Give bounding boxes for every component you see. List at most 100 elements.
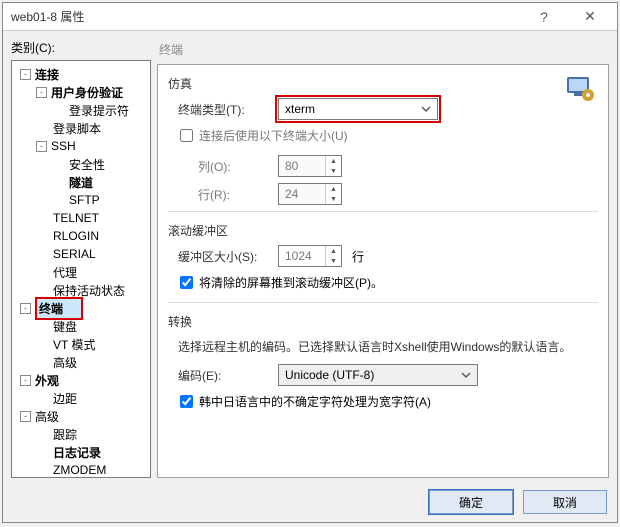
convert-desc: 选择远程主机的编码。已选择默认语言时Xshell使用Windows的默认语言。	[168, 336, 598, 364]
tree-item[interactable]: 日志记录	[14, 443, 148, 461]
tree-item[interactable]: SERIAL	[14, 245, 148, 263]
tree-item-label: 连接	[35, 66, 59, 83]
tree-item-label: 代理	[53, 264, 77, 281]
encoding-value: Unicode (UTF-8)	[285, 368, 374, 382]
scroll-head: 滚动缓冲区	[168, 222, 598, 239]
tree-item[interactable]: TELNET	[14, 209, 148, 227]
display-settings-icon[interactable]	[564, 73, 596, 105]
collapse-icon[interactable]: -	[36, 141, 47, 152]
tree-item[interactable]: 跟踪	[14, 425, 148, 443]
tree-item[interactable]: -用户身份验证	[14, 83, 148, 101]
tree-item[interactable]: -连接	[14, 65, 148, 83]
buffer-label: 缓冲区大小(S):	[168, 248, 278, 265]
tree-item-label: VT 模式	[53, 336, 95, 353]
tree-item[interactable]: RLOGIN	[14, 227, 148, 245]
encoding-label: 编码(E):	[168, 367, 278, 384]
spin-down-icon[interactable]: ▼	[326, 256, 341, 266]
category-tree[interactable]: -连接-用户身份验证登录提示符登录脚本-SSH安全性隧道SFTPTELNETRL…	[11, 60, 151, 478]
checkbox-icon[interactable]	[180, 395, 193, 408]
tree-item[interactable]: VT 模式	[14, 335, 148, 353]
tree-item-label: 安全性	[69, 156, 105, 173]
tree-item-label: ZMODEM	[53, 463, 106, 477]
tree-item-label: 高级	[53, 354, 77, 371]
tree-item[interactable]: -高级	[14, 407, 148, 425]
tree-item[interactable]: 边距	[14, 389, 148, 407]
window-title: web01-8 属性	[11, 8, 521, 25]
spin-down-icon[interactable]: ▼	[326, 166, 341, 176]
tree-item[interactable]: -外观	[14, 371, 148, 389]
cjk-wide-checkbox[interactable]: 韩中日语言中的不确定字符处理为宽字符(A)	[176, 392, 598, 411]
rows-input[interactable]	[279, 184, 325, 204]
settings-panel: 仿真 终端类型(T): xterm	[157, 64, 609, 478]
settings-pane: 终端 仿真 终端类型(T): xterm	[157, 39, 609, 478]
checkbox-icon[interactable]	[180, 129, 193, 142]
terminal-type-combo[interactable]: xterm	[278, 98, 438, 120]
spin-down-icon[interactable]: ▼	[326, 194, 341, 204]
titlebar: web01-8 属性 ? ✕	[3, 3, 617, 31]
collapse-icon[interactable]: -	[20, 375, 31, 386]
use-terminal-size-checkbox[interactable]: 连接后使用以下终端大小(U)	[176, 126, 598, 145]
push-cleared-label: 将清除的屏幕推到滚动缓冲区(P)。	[199, 274, 383, 291]
chevron-down-icon	[419, 102, 433, 116]
tree-item[interactable]: 高级	[14, 353, 148, 371]
tree-item-label: 隧道	[69, 174, 93, 191]
tree-item-label: 高级	[35, 408, 59, 425]
spin-up-icon[interactable]: ▲	[326, 156, 341, 166]
buffer-input[interactable]	[279, 246, 325, 266]
dialog-footer: 确定 取消	[3, 482, 617, 522]
spin-up-icon[interactable]: ▲	[326, 246, 341, 256]
tree-item-label: RLOGIN	[53, 229, 99, 243]
tree-item[interactable]: 隧道	[14, 173, 148, 191]
spin-up-icon[interactable]: ▲	[326, 184, 341, 194]
tree-item-label: 跟踪	[53, 426, 77, 443]
tree-item[interactable]: 键盘	[14, 317, 148, 335]
tree-item-label: SFTP	[69, 193, 100, 207]
category-label: 类别(C):	[11, 39, 151, 56]
tree-item[interactable]: 安全性	[14, 155, 148, 173]
panel-title: 终端	[157, 39, 609, 64]
terminal-type-label: 终端类型(T):	[168, 101, 278, 118]
dialog-body: 类别(C): -连接-用户身份验证登录提示符登录脚本-SSH安全性隧道SFTPT…	[3, 31, 617, 482]
push-cleared-checkbox[interactable]: 将清除的屏幕推到滚动缓冲区(P)。	[176, 273, 598, 292]
terminal-type-value: xterm	[285, 102, 315, 116]
encoding-combo[interactable]: Unicode (UTF-8)	[278, 364, 478, 386]
tree-item-label: 键盘	[53, 318, 77, 335]
close-button[interactable]: ✕	[567, 3, 613, 31]
collapse-icon[interactable]: -	[36, 87, 47, 98]
tree-item-label: 边距	[53, 390, 77, 407]
tree-item[interactable]: -SSH	[14, 137, 148, 155]
chevron-down-icon	[459, 368, 473, 382]
collapse-icon[interactable]: -	[20, 303, 31, 314]
convert-head: 转换	[168, 313, 598, 330]
tree-item[interactable]: SFTP	[14, 191, 148, 209]
checkbox-icon[interactable]	[180, 276, 193, 289]
emulation-head: 仿真	[168, 75, 598, 92]
dialog-window: web01-8 属性 ? ✕ 类别(C): -连接-用户身份验证登录提示符登录脚…	[2, 2, 618, 523]
tree-item-label: SERIAL	[53, 247, 96, 261]
category-pane: 类别(C): -连接-用户身份验证登录提示符登录脚本-SSH安全性隧道SFTPT…	[11, 39, 151, 478]
ok-button[interactable]: 确定	[429, 490, 513, 514]
cjk-wide-label: 韩中日语言中的不确定字符处理为宽字符(A)	[199, 393, 431, 410]
rows-spinner[interactable]: ▲▼	[278, 183, 342, 205]
tree-item-label: 外观	[35, 372, 59, 389]
tree-item[interactable]: ZMODEM	[14, 461, 148, 478]
cols-label: 列(O):	[168, 158, 278, 175]
buffer-spinner[interactable]: ▲▼	[278, 245, 342, 267]
collapse-icon[interactable]: -	[20, 69, 31, 80]
use-terminal-size-label: 连接后使用以下终端大小(U)	[199, 127, 348, 144]
cols-input[interactable]	[279, 156, 325, 176]
cancel-button[interactable]: 取消	[523, 490, 607, 514]
tree-item[interactable]: 代理	[14, 263, 148, 281]
tree-item-label: 用户身份验证	[51, 84, 123, 101]
tree-item-label: 日志记录	[53, 444, 101, 461]
tree-item[interactable]: -终端	[14, 299, 148, 317]
tree-item[interactable]: 登录脚本	[14, 119, 148, 137]
buffer-unit: 行	[352, 248, 364, 265]
tree-item[interactable]: 登录提示符	[14, 101, 148, 119]
help-button[interactable]: ?	[521, 3, 567, 31]
cols-spinner[interactable]: ▲▼	[278, 155, 342, 177]
tree-item-label: SSH	[51, 139, 76, 153]
tree-item-label: TELNET	[53, 211, 99, 225]
collapse-icon[interactable]: -	[20, 411, 31, 422]
rows-label: 行(R):	[168, 186, 278, 203]
